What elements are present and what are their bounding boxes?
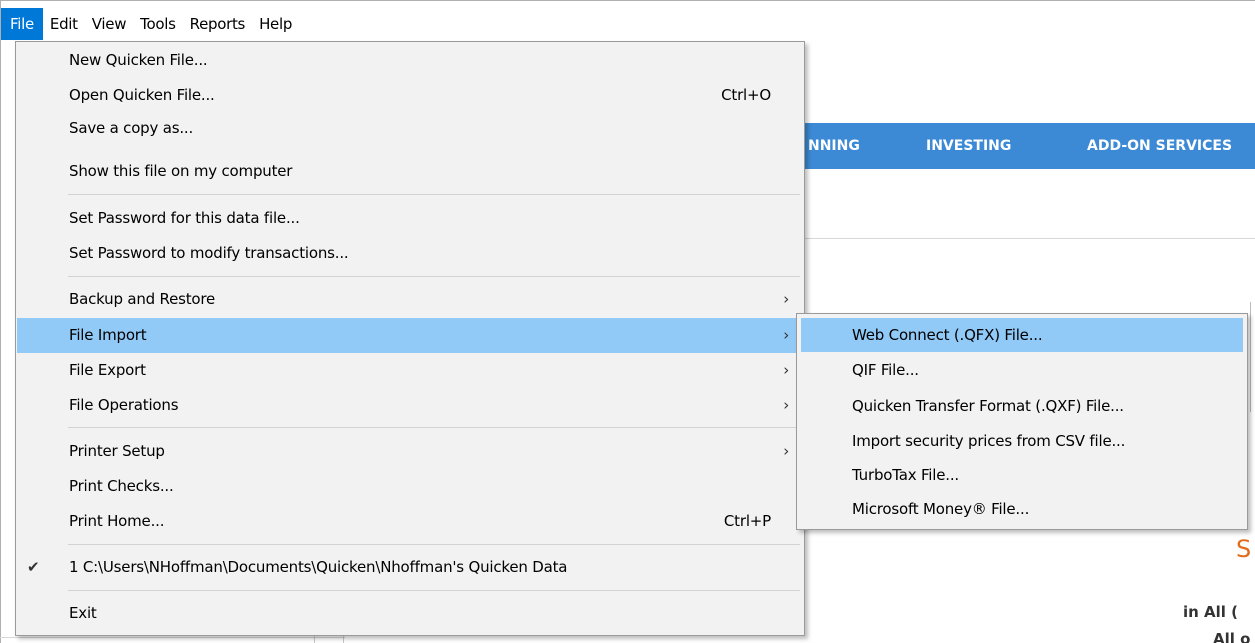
chevron-right-icon: ›: [783, 396, 789, 414]
menu-view[interactable]: View: [85, 8, 133, 40]
partial-orange-glyph: S: [1236, 535, 1252, 563]
submenu-item-label: Import security prices from CSV file...: [852, 432, 1126, 450]
menu-file[interactable]: File: [1, 8, 43, 40]
submenu-item-qxf[interactable]: Quicken Transfer Format (.QXF) File...: [801, 389, 1243, 423]
nav-tab-investing[interactable]: INVESTING: [926, 123, 1011, 169]
submenu-item-label: Web Connect (.QFX) File...: [852, 326, 1043, 344]
menu-item-label: New Quicken File...: [69, 51, 208, 69]
menu-separator: [68, 194, 800, 195]
submenu-item-label: Microsoft Money® File...: [852, 500, 1030, 518]
menu-item-label: Save a copy as...: [69, 119, 194, 137]
menu-reports[interactable]: Reports: [183, 8, 252, 40]
menu-item-label: File Import: [69, 326, 147, 344]
menu-item-backup-restore[interactable]: Backup and Restore ›: [17, 282, 803, 317]
menu-tools[interactable]: Tools: [133, 8, 182, 40]
menu-item-file-import[interactable]: File Import ›: [17, 318, 803, 353]
menu-item-show-file[interactable]: Show this file on my computer: [17, 154, 803, 189]
menu-item-label: Print Home...: [69, 512, 165, 530]
menu-item-label: Open Quicken File...: [69, 86, 215, 104]
menu-item-label: Exit: [69, 604, 97, 622]
content-divider: [804, 238, 1255, 239]
menu-item-label: Set Password to modify transactions...: [69, 244, 349, 262]
chevron-right-icon: ›: [783, 290, 789, 308]
submenu-item-csv-prices[interactable]: Import security prices from CSV file...: [801, 424, 1243, 458]
chevron-right-icon: ›: [783, 361, 789, 379]
menu-item-set-password-transactions[interactable]: Set Password to modify transactions...: [17, 236, 803, 271]
menu-separator: [68, 544, 800, 545]
menu-item-exit[interactable]: Exit: [17, 596, 803, 631]
nav-tab-add-on-services[interactable]: ADD-ON SERVICES: [1087, 123, 1232, 169]
menu-item-new-file[interactable]: New Quicken File...: [17, 43, 803, 78]
chevron-right-icon: ›: [783, 442, 789, 460]
nav-tab-planning[interactable]: NNING: [808, 123, 860, 169]
menu-edit[interactable]: Edit: [43, 8, 85, 40]
menu-separator: [68, 276, 800, 277]
partial-text-in-all: in All (: [1183, 603, 1239, 621]
menu-item-label: 1 C:\Users\NHoffman\Documents\Quicken\Nh…: [69, 558, 568, 576]
submenu-item-web-connect[interactable]: Web Connect (.QFX) File...: [801, 318, 1243, 352]
submenu-item-label: Quicken Transfer Format (.QXF) File...: [852, 397, 1124, 415]
menu-separator: [68, 427, 800, 428]
menu-bar: File Edit View Tools Reports Help: [1, 8, 1255, 40]
menu-item-set-password[interactable]: Set Password for this data file...: [17, 201, 803, 236]
chevron-right-icon: ›: [783, 326, 789, 344]
file-menu-dropdown: New Quicken File... Open Quicken File...…: [15, 41, 805, 636]
main-nav-bar: NNING INVESTING ADD-ON SERVICES: [804, 123, 1255, 169]
submenu-item-label: TurboTax File...: [852, 466, 959, 484]
checkmark-icon: ✔: [27, 558, 40, 576]
menu-item-file-export[interactable]: File Export ›: [17, 353, 803, 388]
menu-item-print-checks[interactable]: Print Checks...: [17, 469, 803, 504]
menu-item-label: File Operations: [69, 396, 179, 414]
menu-help[interactable]: Help: [252, 8, 299, 40]
menu-item-file-operations[interactable]: File Operations ›: [17, 388, 803, 423]
menu-item-label: Set Password for this data file...: [69, 209, 300, 227]
scrollbar-edge: [1250, 302, 1251, 412]
submenu-item-turbotax[interactable]: TurboTax File...: [801, 458, 1243, 492]
bottom-divider: [0, 637, 345, 638]
menu-item-label: Backup and Restore: [69, 290, 216, 308]
menu-item-open-file[interactable]: Open Quicken File... Ctrl+O: [17, 78, 803, 113]
submenu-item-microsoft-money[interactable]: Microsoft Money® File...: [801, 492, 1243, 526]
submenu-item-qif[interactable]: QIF File...: [801, 353, 1243, 387]
menu-item-recent-file[interactable]: ✔ 1 C:\Users\NHoffman\Documents\Quicken\…: [17, 550, 803, 585]
menu-item-label: Printer Setup: [69, 442, 165, 460]
file-import-submenu: Web Connect (.QFX) File... QIF File... Q…: [796, 313, 1248, 530]
menu-item-printer-setup[interactable]: Printer Setup ›: [17, 434, 803, 469]
partial-text-all: All o: [1213, 630, 1251, 643]
submenu-item-label: QIF File...: [852, 361, 919, 379]
menu-separator: [68, 590, 800, 591]
shortcut-label: Ctrl+O: [721, 86, 771, 104]
menu-item-label: Print Checks...: [69, 477, 174, 495]
menu-item-save-copy[interactable]: Save a copy as...: [17, 113, 803, 144]
menu-item-print-home[interactable]: Print Home... Ctrl+P: [17, 504, 803, 539]
menu-item-label: File Export: [69, 361, 146, 379]
menu-item-label: Show this file on my computer: [69, 162, 293, 180]
shortcut-label: Ctrl+P: [723, 512, 771, 530]
